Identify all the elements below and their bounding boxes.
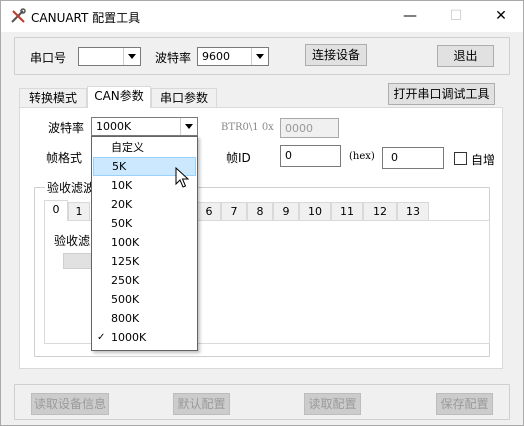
connect-button[interactable]: 连接设备	[305, 44, 367, 66]
dropdown-item-custom[interactable]: 自定义	[93, 138, 196, 157]
dropdown-item-100k[interactable]: 100K	[93, 233, 196, 252]
hex-label: (hex)	[349, 151, 375, 162]
mouse-cursor-icon	[175, 167, 190, 188]
filter-tab-10[interactable]: 10	[299, 202, 331, 221]
btr-input[interactable]: 0000	[280, 118, 339, 138]
dropdown-item-50k[interactable]: 50K	[93, 214, 196, 233]
filter-field[interactable]	[63, 253, 93, 269]
dropdown-item-250k[interactable]: 250K	[93, 271, 196, 290]
dropdown-item-125k[interactable]: 125K	[93, 252, 196, 271]
baud-label: 波特率	[155, 51, 192, 65]
dropdown-item-500k[interactable]: 500K	[93, 290, 196, 309]
save-config-button[interactable]: 保存配置	[436, 393, 493, 415]
frame-id-label: 帧ID	[226, 151, 251, 165]
exit-button[interactable]: 退出	[437, 45, 494, 67]
frame-format-label: 帧格式	[46, 151, 83, 165]
filter-inner-label: 验收滤	[54, 234, 91, 248]
dropdown-item-800k[interactable]: 800K	[93, 309, 196, 328]
minimize-button[interactable]: —	[387, 1, 433, 32]
can-baud-label: 波特率	[48, 121, 85, 135]
default-config-button[interactable]: 默认配置	[173, 393, 230, 415]
open-debug-tool-button[interactable]: 打开串口调试工具	[388, 83, 495, 105]
filter-tab-1[interactable]: 1	[68, 202, 90, 221]
filter-tab-12[interactable]: 12	[363, 202, 397, 221]
port-select[interactable]	[78, 47, 141, 66]
frame-id-input[interactable]: 0	[280, 145, 341, 167]
window-title: CANUART 配置工具	[31, 11, 141, 25]
chevron-down-icon[interactable]	[180, 118, 197, 135]
dropdown-item-1000k[interactable]: 1000K	[93, 328, 196, 347]
wrench-screwdriver-icon	[11, 8, 26, 23]
chevron-down-icon[interactable]	[123, 48, 140, 65]
port-label: 串口号	[30, 51, 67, 65]
maximize-button[interactable]: ☐	[433, 1, 479, 32]
baud-select[interactable]: 9600	[197, 47, 269, 66]
baud-value: 9600	[202, 50, 230, 63]
app-window: CANUART 配置工具 — ☐ ✕ 串口号 波特率 9600 连接设备 退出 …	[0, 0, 524, 426]
read-config-button[interactable]: 读取配置	[304, 393, 361, 415]
filter-tab-9[interactable]: 9	[273, 202, 299, 221]
auto-increment-checkbox[interactable]	[454, 152, 467, 165]
filter-group-label: 验收滤波	[45, 179, 98, 196]
dropdown-item-20k[interactable]: 20K	[93, 195, 196, 214]
hex-input[interactable]: 0	[382, 147, 444, 169]
auto-increment-label: 自增	[471, 153, 496, 167]
chevron-down-icon[interactable]	[251, 48, 268, 65]
filter-tab-6[interactable]: 6	[197, 202, 221, 221]
filter-tab-8[interactable]: 8	[247, 202, 273, 221]
can-baud-value: 1000K	[96, 120, 132, 133]
tab-can[interactable]: CAN参数	[87, 86, 151, 108]
close-button[interactable]: ✕	[478, 1, 524, 32]
tab-mode[interactable]: 转换模式	[19, 88, 87, 108]
can-baud-select[interactable]: 1000K	[91, 117, 198, 136]
btr-label: BTR0\1 0x	[221, 122, 274, 133]
filter-tab-11[interactable]: 11	[331, 202, 363, 221]
tab-serial[interactable]: 串口参数	[151, 88, 217, 108]
title-bar[interactable]: CANUART 配置工具 — ☐ ✕	[1, 1, 523, 32]
filter-tab-13[interactable]: 13	[397, 202, 429, 221]
filter-tab-0[interactable]: 0	[44, 200, 68, 221]
filter-tab-7[interactable]: 7	[221, 202, 247, 221]
read-device-info-button[interactable]: 读取设备信息	[31, 393, 109, 415]
